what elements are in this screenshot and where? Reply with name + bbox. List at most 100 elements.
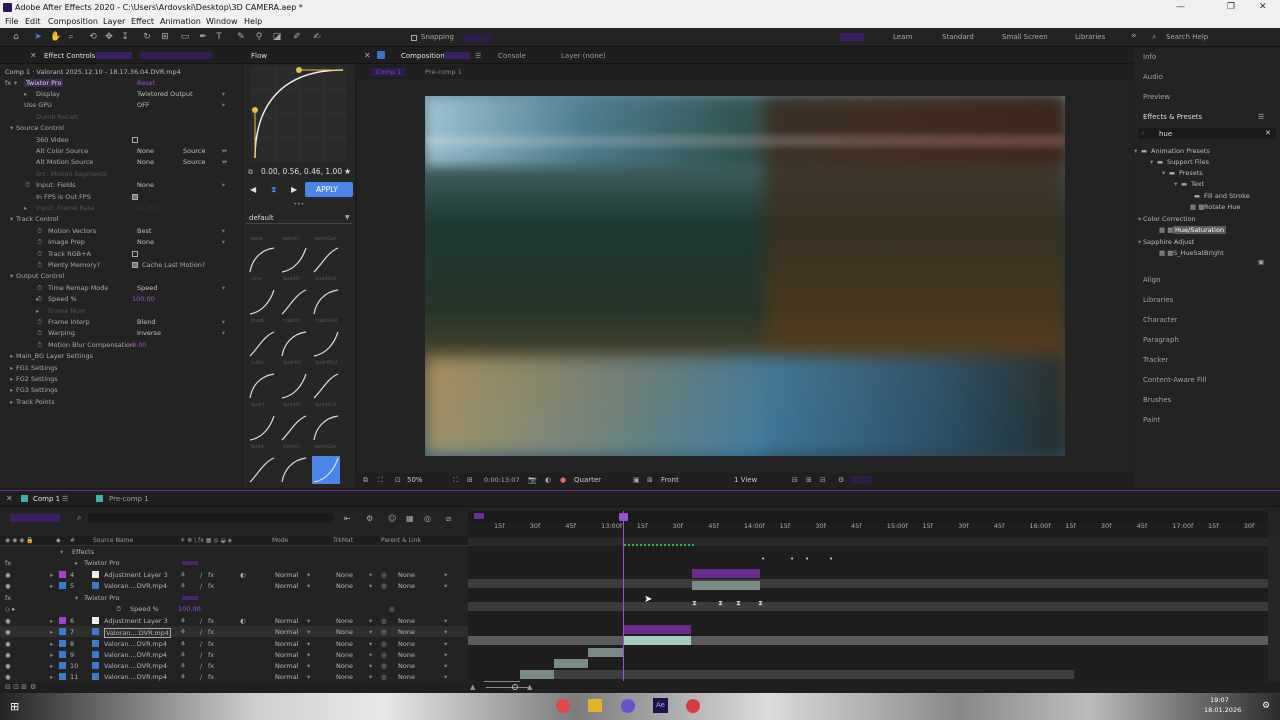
effect-tree-item[interactable]: Rotate Hue — [1204, 203, 1240, 211]
timeline-layer-row[interactable]: ◉ ▸ 9 Valoran....DVR.mp4 ⚘ / fx Normal ▾ None ▾ ◎ No… — [0, 649, 468, 660]
current-time-indicator[interactable] — [623, 511, 624, 681]
visibility-eye-icon[interactable]: ◉ — [5, 628, 11, 636]
effect-row-dropdown[interactable]: Inverse — [137, 329, 225, 337]
twixtor-pro-name[interactable]: Twixtor Pro — [24, 79, 64, 87]
layer-label-color[interactable] — [59, 640, 66, 647]
layer-mode[interactable]: Normal — [275, 617, 299, 625]
fx-switch-icon[interactable]: fx — [208, 640, 214, 648]
quality-switch-icon[interactable]: / — [200, 571, 202, 579]
zoom-tool-icon[interactable]: ⌕ — [66, 32, 76, 42]
chevron-right-icon[interactable]: ▸ — [24, 90, 27, 98]
trkmat-header[interactable]: TrkMat — [333, 537, 353, 544]
file-explorer-icon[interactable] — [588, 699, 602, 712]
effects-menu-icon[interactable]: ☰ — [1258, 113, 1264, 121]
draft-3d-toggle-icon[interactable]: ⚙ — [366, 514, 373, 523]
layer-trkmat[interactable]: None — [336, 582, 353, 590]
effect-row-label[interactable]: Track Control — [16, 215, 59, 223]
effect-tree-item[interactable]: Animation Presets — [1151, 147, 1210, 155]
panel-close-icon[interactable]: ✕ — [364, 51, 371, 60]
effect-row-dropdown[interactable]: None — [137, 238, 225, 246]
layer-trkmat[interactable]: None — [336, 617, 353, 625]
flow-curve-preset[interactable] — [280, 246, 308, 274]
pan-behind-icon[interactable]: ⊞ — [160, 32, 170, 42]
comp-mini-flowchart-icon[interactable]: ⇤ — [344, 514, 351, 523]
effect-row-checkbox[interactable] — [132, 262, 138, 268]
effect-row-dropdown-2[interactable]: Source — [183, 158, 227, 166]
workspace-small-screen[interactable]: Small Screen — [1002, 33, 1048, 41]
flow-apply-button[interactable]: APPLY — [305, 182, 353, 197]
timeline-layer-row[interactable]: ◉ ▸ 6 Adjustment Layer 3 ⚘ / fx ◐ Normal ▾ None ▾ ◎ N… — [0, 615, 468, 626]
workspace-default[interactable] — [840, 33, 864, 41]
keyframe-marker[interactable]: • — [829, 555, 833, 563]
layer-label-color[interactable] — [59, 662, 66, 669]
breadcrumb-comp-1[interactable]: Comp 1 — [371, 68, 407, 76]
timeline-layer-row[interactable]: ◇ ▸ ⏱ Speed % 100.00 ◎ — [0, 603, 468, 614]
tab-precomp-1[interactable]: Pre-comp 1 — [109, 495, 149, 503]
effect-row-dropdown[interactable]: Twixtored Output — [137, 90, 225, 98]
flow-curve-preset[interactable] — [248, 246, 276, 274]
menu-layer[interactable]: Layer — [103, 17, 125, 26]
shy-switch-icon[interactable]: ⚘ — [180, 617, 186, 625]
effect-tree-item[interactable]: Sapphire Adjust — [1143, 238, 1194, 246]
effect-tree-item[interactable]: Presets — [1179, 169, 1203, 177]
new-folder-icon[interactable]: ▣ — [1258, 258, 1264, 266]
source-name-header[interactable]: Source Name — [93, 537, 133, 544]
resolution-dropdown[interactable]: Quarter — [574, 476, 601, 484]
brush-tool-icon[interactable]: ✎ — [236, 32, 246, 42]
timeline-icon[interactable]: ⊟ — [820, 476, 826, 484]
layer-parent[interactable]: None — [398, 662, 415, 670]
flow-curve-preset[interactable] — [248, 288, 276, 316]
pan-camera-icon[interactable]: ✥ — [104, 32, 114, 42]
view-layout-dropdown[interactable]: 1 View — [734, 476, 757, 484]
home-icon[interactable]: ⌂ — [11, 32, 21, 42]
stopwatch-icon[interactable]: ⏱ — [37, 341, 42, 350]
layer-expand-icon[interactable]: ▸ — [50, 571, 53, 579]
timeline-layer-row[interactable]: ◉ ▸ 4 Adjustment Layer 3 ⚘ / fx ◐ Normal ▾ None ▾ ◎ N… — [0, 569, 468, 580]
shy-switch-icon[interactable]: ⚘ — [180, 673, 186, 681]
rectangle-tool-icon[interactable]: ▭ — [180, 32, 190, 42]
composition-viewer[interactable] — [425, 96, 1065, 456]
shy-switch-icon[interactable]: ⚘ — [180, 628, 186, 636]
keyframe-marker[interactable]: ⧗ — [736, 599, 741, 608]
layer-mode[interactable]: Normal — [275, 651, 299, 659]
layer-mode[interactable]: Normal — [275, 640, 299, 648]
motion-blur-icon[interactable]: ◎ — [424, 514, 431, 523]
quality-switch-icon[interactable]: / — [200, 673, 202, 681]
fx-switch-icon[interactable]: fx — [208, 617, 214, 625]
section-toggle-icon[interactable]: ▾ — [75, 594, 78, 602]
stopwatch-icon[interactable]: ⏱ — [37, 318, 42, 327]
current-time-readout[interactable]: 0:00:13:07 — [484, 476, 520, 484]
snap-options-icon[interactable] — [462, 34, 492, 42]
timeline-search-field[interactable] — [88, 513, 333, 523]
tab-effect-controls[interactable]: Effect Controls — [44, 52, 95, 60]
hand-tool-icon[interactable]: ✋ — [50, 32, 61, 42]
layer-bar-track[interactable] — [468, 602, 1268, 611]
timeline-layer-row[interactable]: ◉ ▸ 5 Valoran....DVR.mp4 ⚘ / fx Normal ▾ None ▾ ◎ No… — [0, 580, 468, 591]
work-area-start[interactable] — [474, 513, 484, 519]
panel-item-1[interactable]: Audio — [1143, 73, 1163, 81]
fx-switch-icon[interactable]: fx — [208, 628, 214, 636]
layer-expand-icon[interactable]: ▸ — [50, 673, 53, 681]
flow-curve-preset[interactable] — [280, 288, 308, 316]
stopwatch-icon[interactable]: ⏱ — [25, 181, 30, 190]
effect-row-label[interactable]: Output Control — [16, 272, 64, 280]
flow-curve-preset[interactable] — [248, 456, 276, 484]
clone-stamp-icon[interactable]: ⚲ — [254, 32, 264, 42]
safe-zones-icon[interactable]: ⊞ — [467, 476, 473, 484]
effect-row-label[interactable]: FG2 Settings — [16, 375, 58, 383]
layer-trkmat[interactable]: None — [336, 662, 353, 670]
visibility-eye-icon[interactable]: ◉ — [5, 662, 11, 670]
parent-link-header[interactable]: Parent & Link — [381, 537, 421, 544]
layer-name[interactable]: Valoran....DVR.mp4 — [104, 640, 167, 648]
layer-expand-icon[interactable]: ▸ — [50, 617, 53, 625]
flow-curve-preset[interactable] — [312, 414, 340, 442]
layer-label-color[interactable] — [59, 651, 66, 658]
layer-mode[interactable]: Normal — [275, 662, 299, 670]
section-toggle-icon[interactable]: ▸ — [10, 398, 13, 406]
effect-row-label[interactable]: FG3 Settings — [16, 386, 58, 394]
layer-label-color[interactable] — [59, 628, 66, 635]
stopwatch-icon[interactable]: ⏱ — [37, 227, 42, 236]
layer-name[interactable]: Valoran....DVR.mp4 — [104, 628, 172, 638]
visibility-eye-icon[interactable]: ◉ — [5, 582, 11, 590]
shy-switch-icon[interactable]: ⚘ — [180, 662, 186, 670]
